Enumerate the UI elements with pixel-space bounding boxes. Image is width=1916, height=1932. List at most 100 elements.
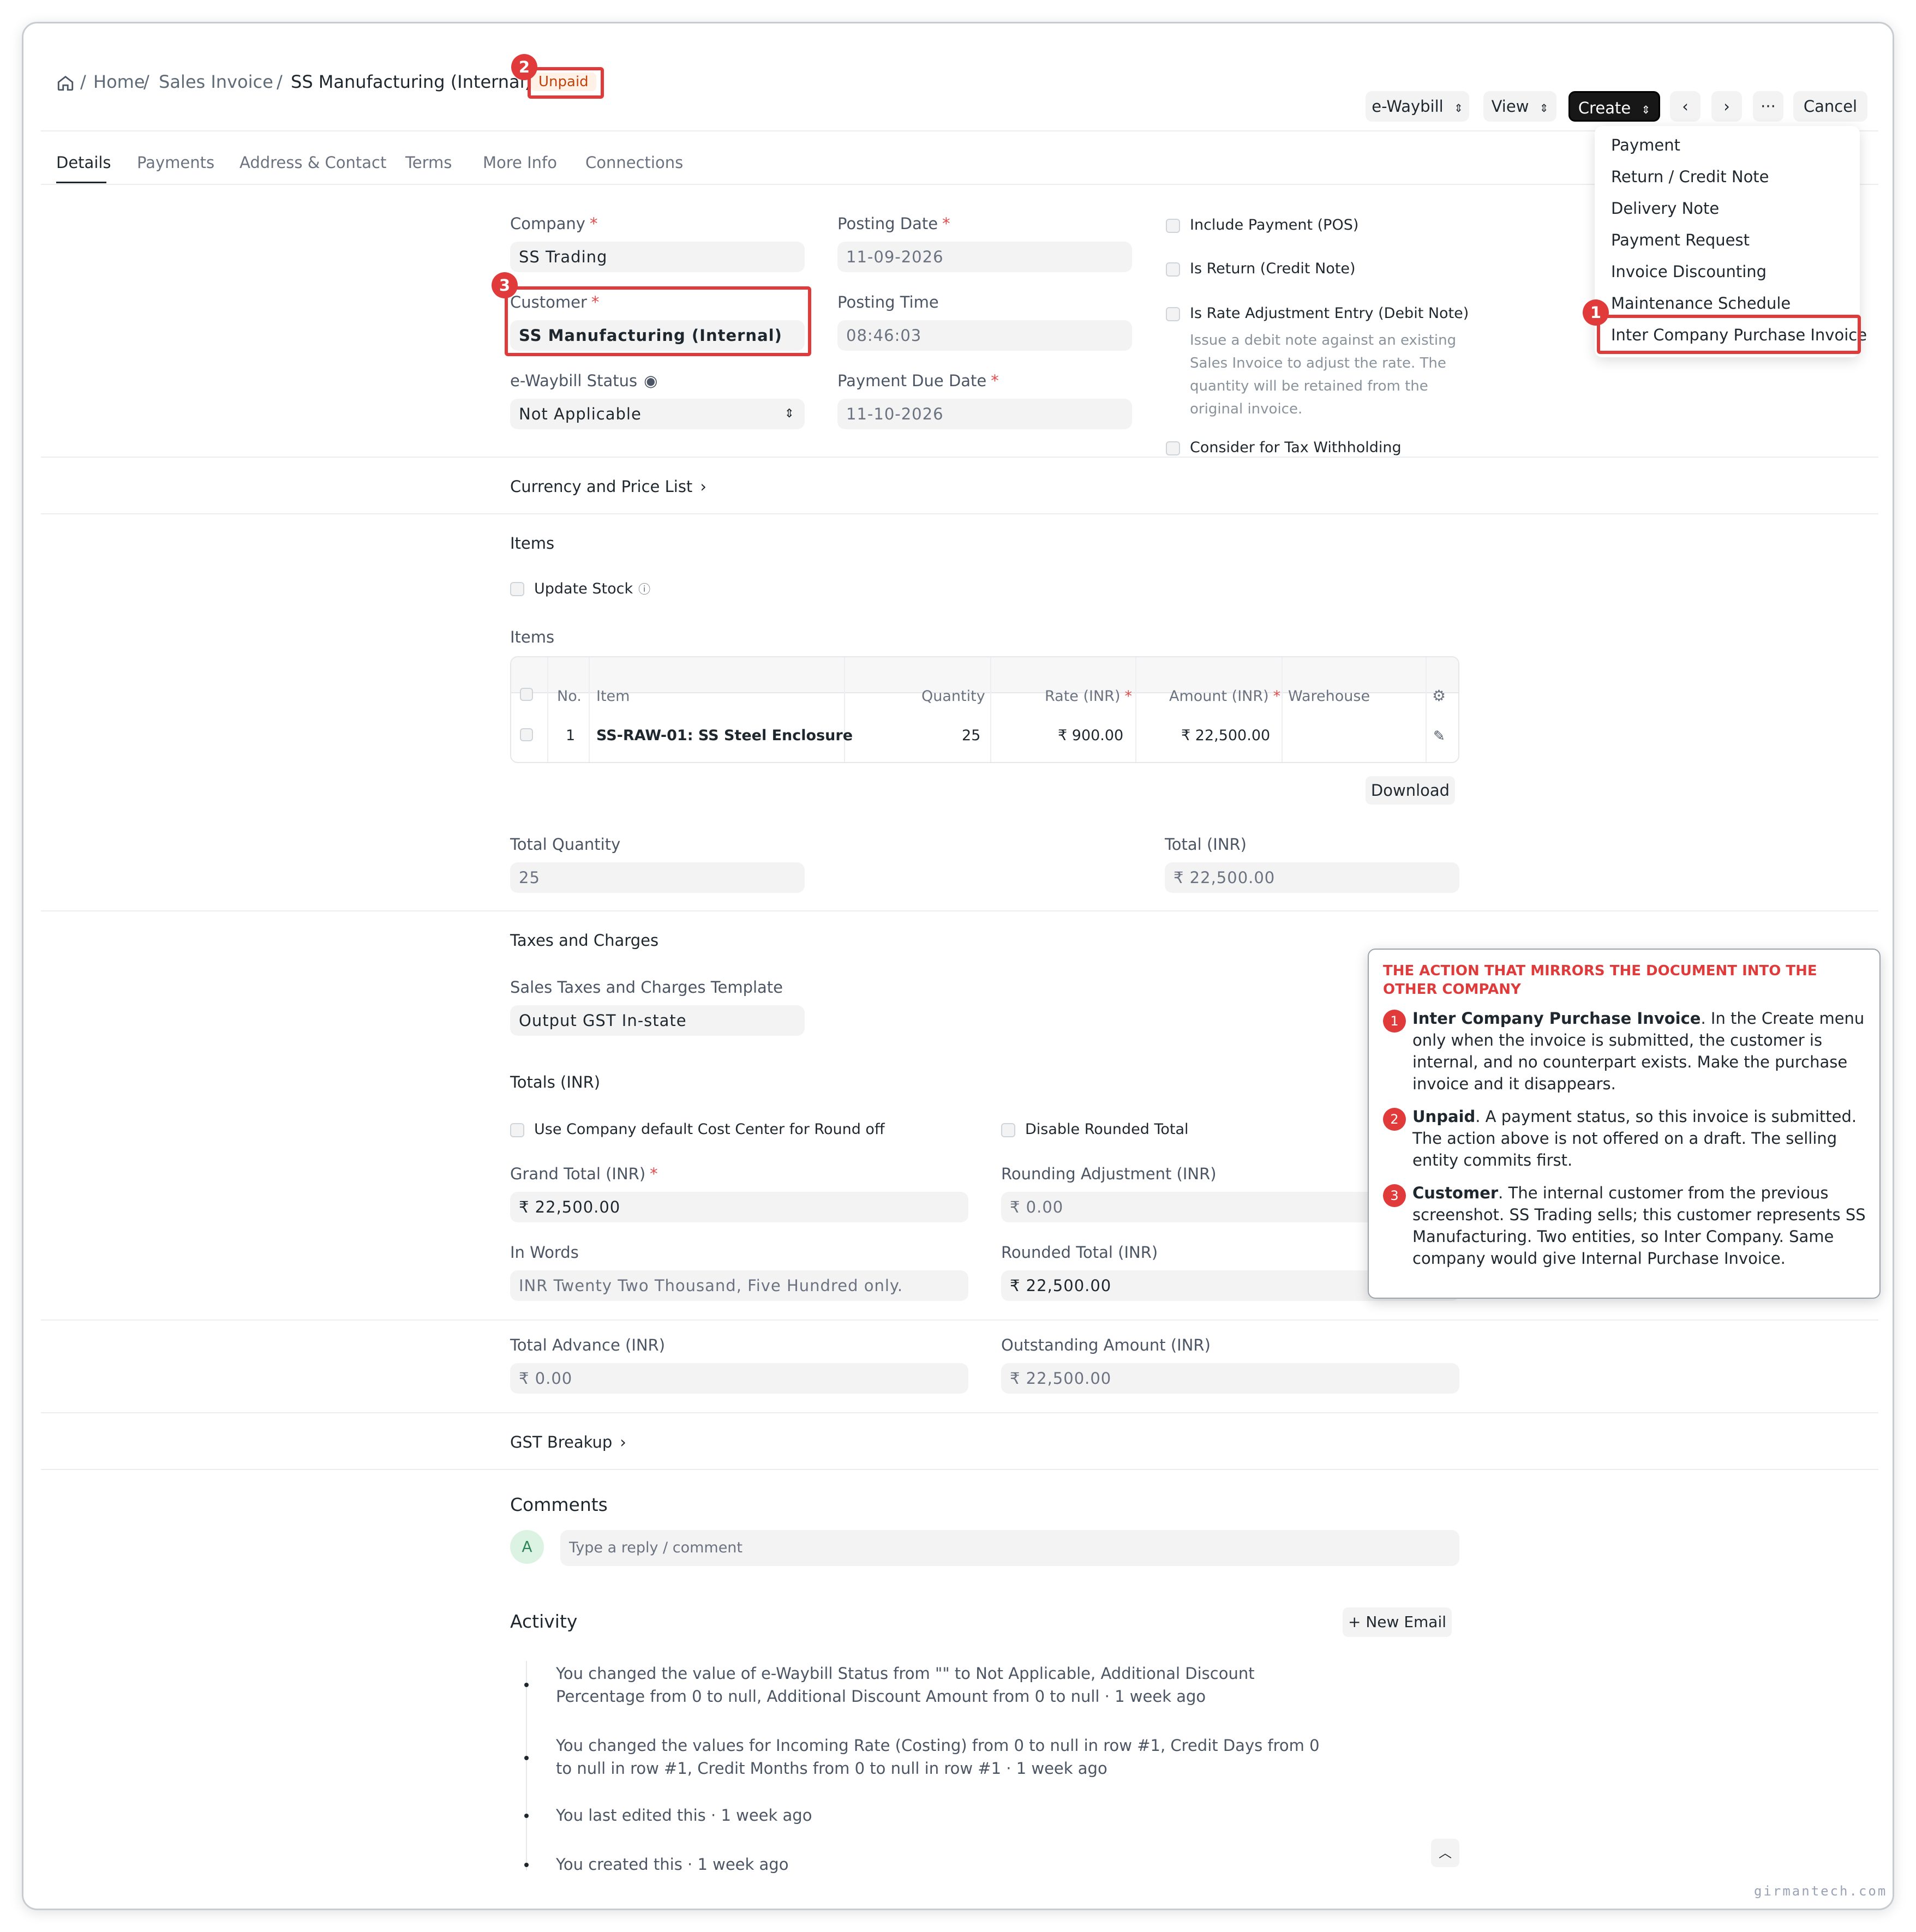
menu-item-invoice-discounting[interactable]: Invoice Discounting [1611,262,1767,281]
posting-time-field[interactable]: 08:46:03 [837,320,1132,351]
row-item[interactable]: SS-RAW-01: SS Steel Enclosure [596,727,853,744]
view-dropdown[interactable]: View ⇕ [1483,91,1556,122]
column-divider [1135,657,1136,762]
column-header-item: Item [596,688,630,705]
total-quantity-field[interactable]: 25 [510,862,805,893]
callout-note: Inter Company Purchase Invoice. In the C… [1412,1007,1887,1095]
breadcrumb-separator: / [277,71,283,92]
activity-item: You changed the value of e-Waybill Statu… [556,1664,1255,1706]
callout-note-text: . A payment status, so this invoice is s… [1412,1107,1857,1169]
gst-breakup-toggle[interactable]: GST Breakup › [510,1433,626,1451]
tab-address-contact[interactable]: Address & Contact [239,153,386,172]
menu-item-maintenance-schedule[interactable]: Maintenance Schedule [1611,294,1791,313]
in-words-label: In Words [510,1243,579,1262]
tax-template-field[interactable]: Output GST In-state [510,1005,805,1036]
active-tab-indicator [56,182,106,183]
rounding-adjustment-label: Rounding Adjustment (INR) [1001,1165,1217,1183]
callout-number: 3 [1383,1184,1406,1207]
outstanding-label: Outstanding Amount (INR) [1001,1336,1211,1354]
tab-more-info[interactable]: More Info [483,153,557,172]
grand-total-field[interactable]: ₹ 22,500.00 [510,1192,968,1222]
app-window: / Home / Sales Invoice / SS Manufacturin… [22,22,1894,1910]
annotation-box-customer [505,286,811,356]
menu-item-payment-request[interactable]: Payment Request [1611,231,1750,249]
home-icon[interactable] [56,74,75,92]
activity-item: You created this · 1 week ago [556,1855,789,1874]
items-table-label: Items [510,628,555,646]
callout-note: Customer. The internal customer from the… [1412,1182,1887,1269]
row-number: 1 [566,727,576,744]
is-return-label: Is Return (Credit Note) [1190,260,1356,277]
tab-terms[interactable]: Terms [405,153,452,172]
ewaybill-dropdown[interactable]: e-Waybill ⇕ [1366,91,1469,122]
tax-template-label: Sales Taxes and Charges Template [510,978,783,997]
cost-center-checkbox[interactable] [510,1123,524,1137]
tab-payments[interactable]: Payments [137,153,214,172]
edit-row-icon[interactable]: ✎ [1433,728,1445,745]
in-words-field[interactable]: INR Twenty Two Thousand, Five Hundred on… [510,1270,968,1301]
table-row-checkbox[interactable] [520,728,533,741]
download-button[interactable]: Download [1366,776,1455,805]
info-icon: ⓘ [638,583,651,597]
row-amount: ₹ 22,500.00 [1181,727,1271,744]
scroll-to-top-button[interactable]: ︿ [1431,1839,1459,1867]
timeline-dot [524,1863,529,1867]
payment-due-label: Payment Due Date * [837,371,999,390]
comments-title: Comments [510,1494,608,1515]
column-divider [589,657,590,762]
column-header-warehouse: Warehouse [1288,688,1370,705]
section-divider [41,910,1878,911]
rate-adjustment-checkbox[interactable] [1166,307,1180,321]
cancel-button[interactable]: Cancel [1793,91,1867,122]
menu-item-payment[interactable]: Payment [1611,136,1680,154]
create-label: Create [1578,99,1631,117]
breadcrumb-separator: / [143,71,149,92]
tax-withholding-checkbox[interactable] [1166,441,1180,455]
chevron-updown-icon: ⇕ [1539,101,1549,115]
chevron-up-icon: ︿ [1439,1845,1452,1861]
chevron-right-icon: › [700,477,706,496]
create-button[interactable]: Create ⇕ [1568,91,1660,122]
outstanding-field[interactable]: ₹ 22,500.00 [1001,1363,1459,1394]
rate-adjustment-label: Is Rate Adjustment Entry (Debit Note) [1190,305,1469,322]
more-actions-button[interactable]: ··· [1753,91,1783,122]
callout-note-title: Inter Company Purchase Invoice [1412,1009,1701,1028]
tab-details[interactable]: Details [56,153,111,172]
include-payment-checkbox[interactable] [1166,219,1180,233]
currency-section-toggle[interactable]: Currency and Price List › [510,477,706,496]
company-label: Company * [510,214,598,233]
annotation-badge: 1 [1583,299,1609,326]
section-divider [41,1412,1878,1413]
gear-icon[interactable]: ⚙ [1432,687,1446,705]
menu-item-delivery-note[interactable]: Delivery Note [1611,199,1719,218]
activity-timeline-line [526,1661,527,1870]
breadcrumb-doctype[interactable]: Sales Invoice [159,71,273,92]
total-inr-field[interactable]: ₹ 22,500.00 [1165,862,1459,893]
taxes-section-title: Taxes and Charges [510,931,659,950]
update-stock-checkbox[interactable] [510,582,524,596]
disable-rounded-checkbox[interactable] [1001,1123,1015,1137]
page-title: SS Manufacturing (Internal) [291,71,531,92]
next-button[interactable]: › [1711,91,1742,122]
chevron-left-icon: ‹ [1682,97,1689,116]
new-email-button[interactable]: + New Email [1343,1607,1452,1637]
posting-time-label: Posting Time [837,293,939,311]
row-quantity[interactable]: 25 [962,727,980,744]
chevron-right-icon: › [1723,97,1730,116]
payment-due-field[interactable]: 11-10-2026 [837,399,1132,429]
row-rate[interactable]: ₹ 900.00 [1058,727,1123,744]
totals-section-title: Totals (INR) [510,1073,601,1091]
ewaybill-status-select[interactable]: Not Applicable ⇕ [510,399,805,429]
breadcrumb-home[interactable]: Home [93,71,145,92]
posting-date-field[interactable]: 11-09-2026 [837,242,1132,272]
previous-button[interactable]: ‹ [1670,91,1701,122]
is-return-checkbox[interactable] [1166,262,1180,277]
tab-connections[interactable]: Connections [585,153,683,172]
comment-input[interactable]: Type a reply / comment [560,1530,1459,1566]
select-all-checkbox[interactable] [520,688,533,701]
column-divider [547,657,548,762]
avatar: A [510,1530,544,1564]
total-advance-field[interactable]: ₹ 0.00 [510,1363,968,1394]
menu-item-return-credit-note[interactable]: Return / Credit Note [1611,167,1769,186]
company-field[interactable]: SS Trading [510,242,805,272]
